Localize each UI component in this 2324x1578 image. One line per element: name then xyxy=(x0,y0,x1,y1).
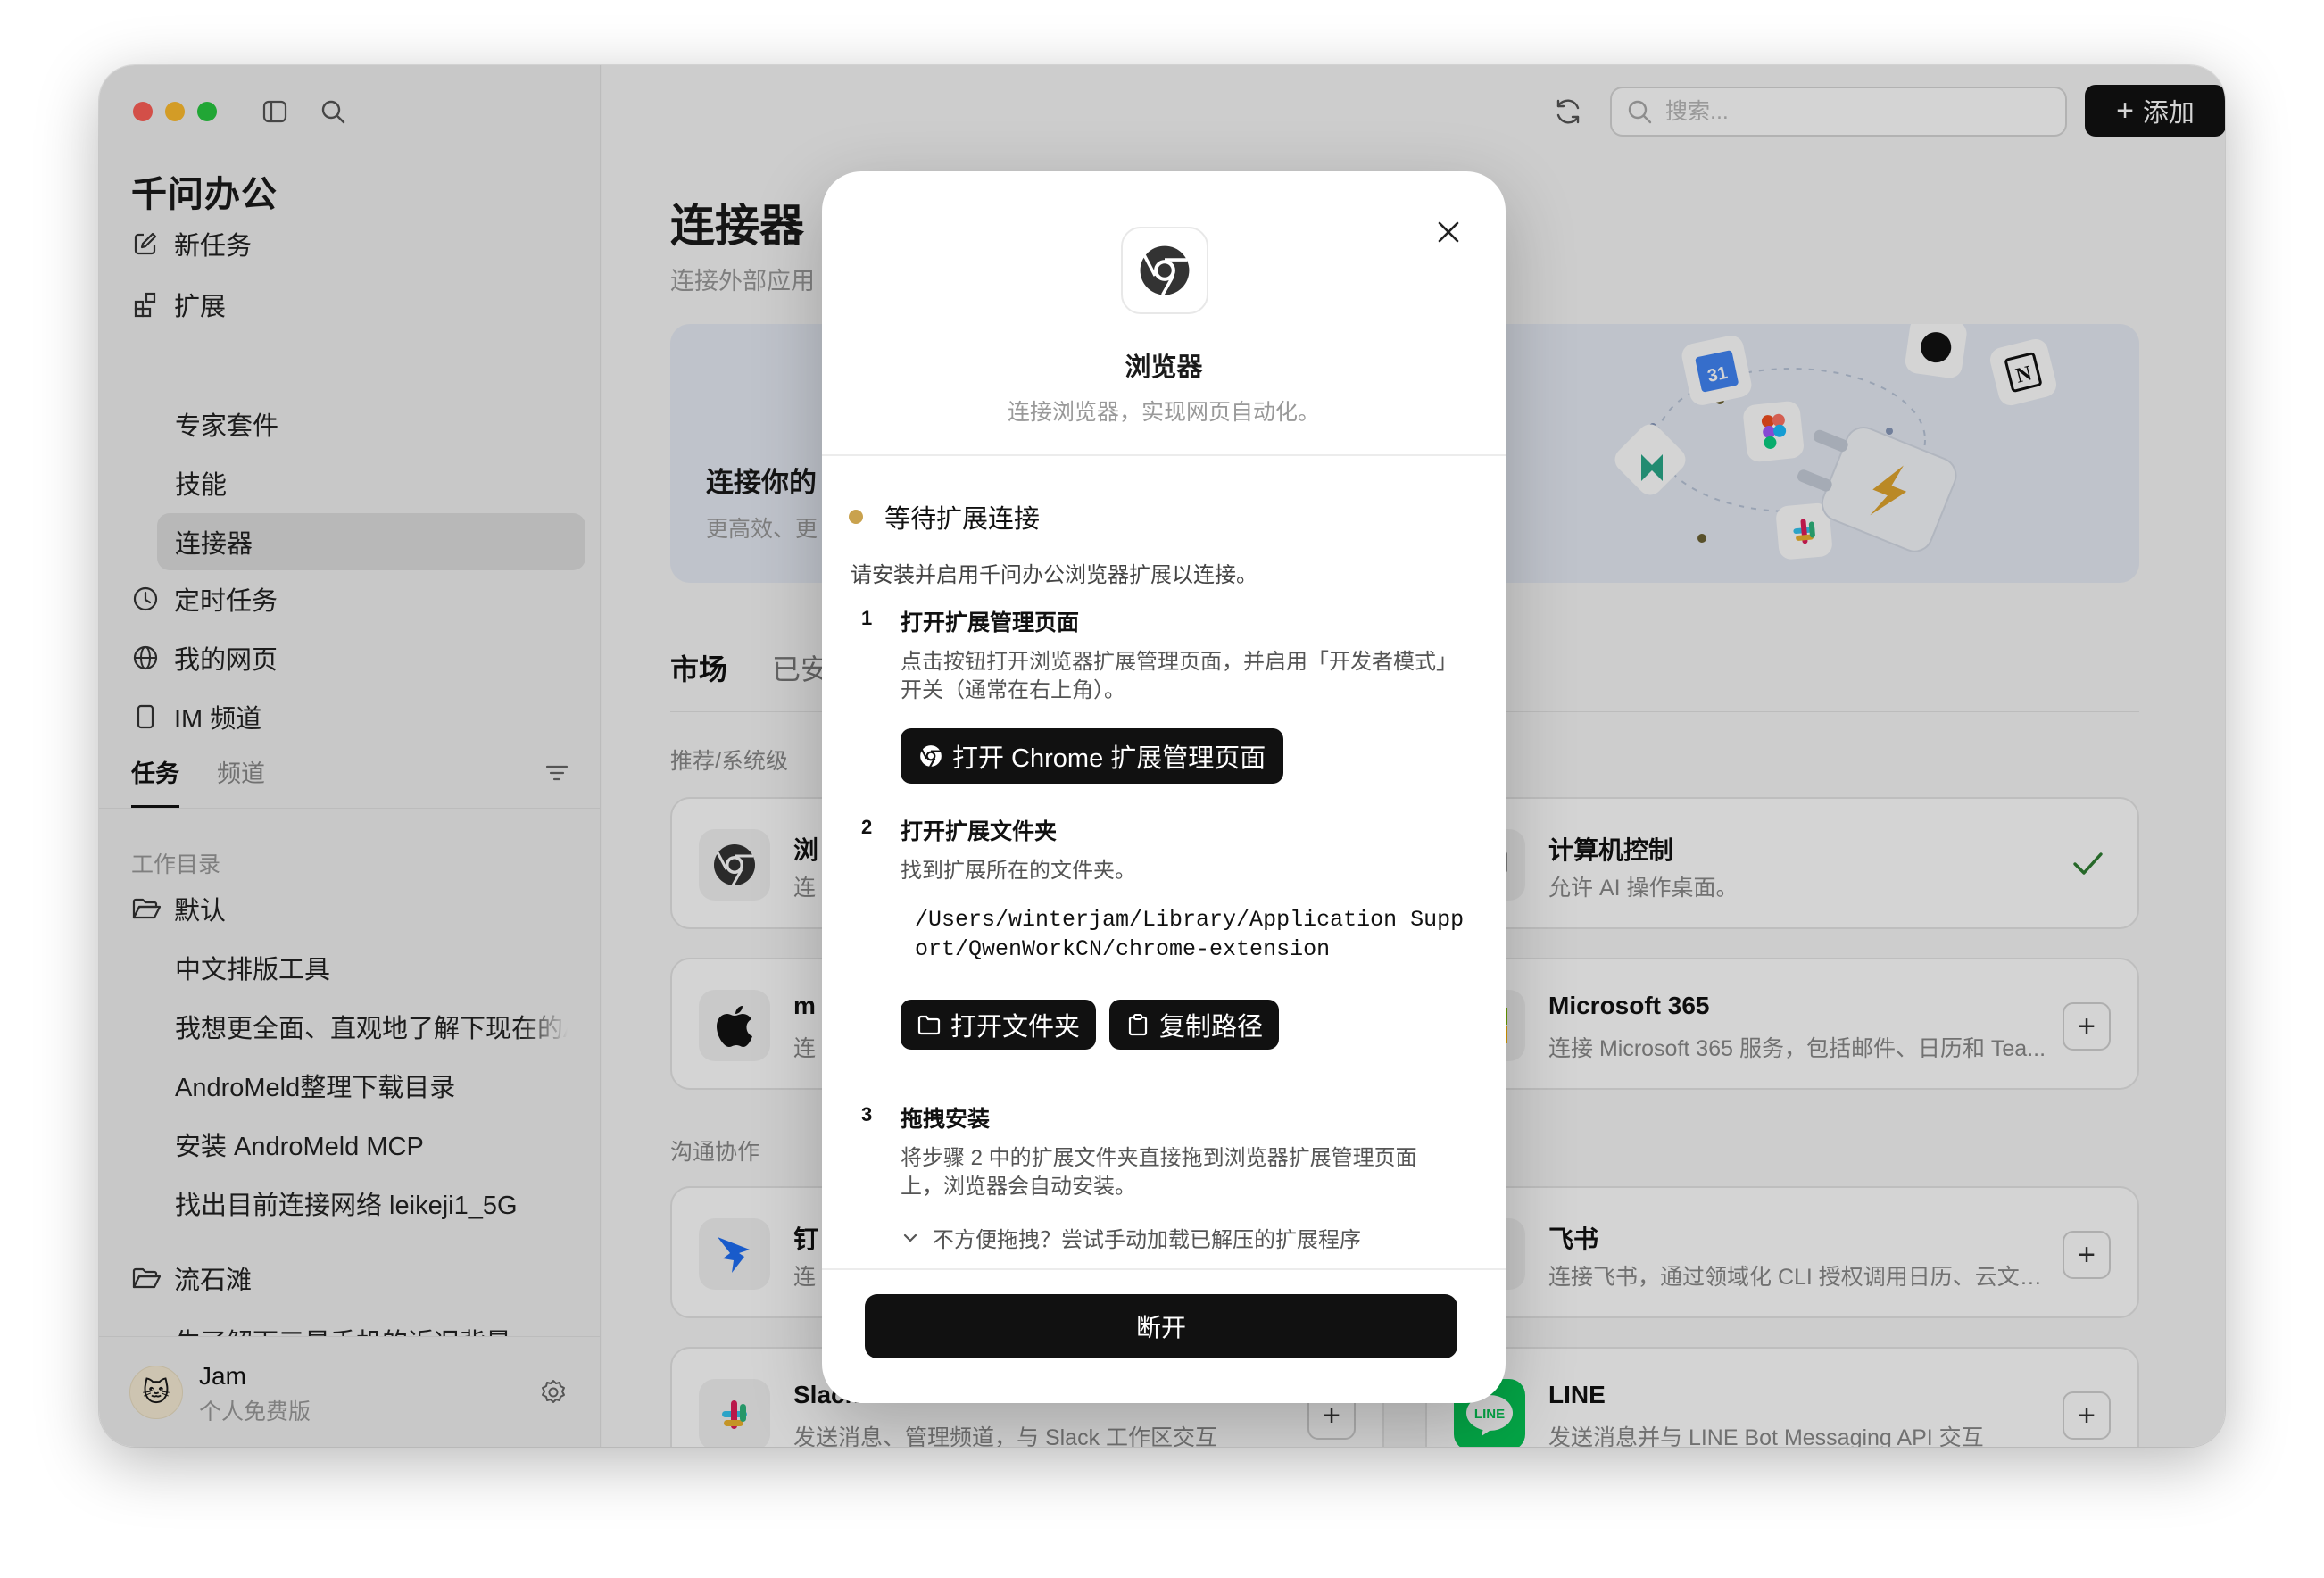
close-icon[interactable] xyxy=(1432,216,1465,248)
step-desc: 将步骤 2 中的扩展文件夹直接拖到浏览器扩展管理页面上，浏览器会自动安装。 xyxy=(901,1146,1417,1199)
open-folder-button[interactable]: 打开文件夹 xyxy=(901,1000,1097,1050)
dialog-divider xyxy=(822,454,1506,456)
step-desc: 找到扩展所在的文件夹。 xyxy=(901,859,1136,883)
dialog-subtitle: 连接浏览器，实现网页自动化。 xyxy=(1007,400,1320,425)
manual-load-toggle[interactable]: 不方便拖拽？尝试手动加载已解压的扩展程序 xyxy=(901,1222,1361,1253)
disconnect-button[interactable]: 断开 xyxy=(865,1294,1457,1358)
step-desc: 点击按钮打开浏览器扩展管理页面，并启用「开发者模式」开关（通常在右上角）。 xyxy=(901,650,1457,702)
step-title: 打开扩展文件夹 xyxy=(901,819,1058,844)
expand-hint: 不方便拖拽？尝试手动加载已解压的扩展程序 xyxy=(933,1228,1361,1252)
chrome-icon xyxy=(920,745,942,768)
dialog-title: 浏览器 xyxy=(1125,353,1203,382)
chrome-icon xyxy=(1121,227,1208,314)
install-instruction: 请安装并启用千问办公浏览器扩展以连接。 xyxy=(851,563,1257,587)
button-label: 复制路径 xyxy=(1159,1013,1264,1042)
folder-icon xyxy=(917,1015,941,1035)
button-label: 打开文件夹 xyxy=(950,1013,1081,1042)
button-label: 打开 Chrome 扩展管理页面 xyxy=(952,744,1266,773)
copy-path-button[interactable]: 复制路径 xyxy=(1109,1000,1280,1050)
dialog-footer-divider xyxy=(822,1268,1506,1270)
open-extensions-page-button[interactable]: 打开 Chrome 扩展管理页面 xyxy=(901,728,1284,784)
step-title: 拖拽安装 xyxy=(901,1107,991,1132)
status-dot-icon xyxy=(849,510,863,524)
extension-folder-path: /Users/winterjam/Library/Application Sup… xyxy=(915,907,1465,962)
step-title: 打开扩展管理页面 xyxy=(901,610,1080,635)
step-number: 2 xyxy=(861,816,873,838)
connection-status: 等待扩展连接 xyxy=(849,498,1040,536)
clipboard-icon xyxy=(1128,1014,1148,1036)
step-number: 1 xyxy=(861,607,873,629)
step-number: 3 xyxy=(861,1103,873,1125)
browser-connector-dialog: 浏览器 连接浏览器，实现网页自动化。 等待扩展连接 请安装并启用千问办公浏览器扩… xyxy=(822,171,1506,1403)
status-text: 等待扩展连接 xyxy=(884,505,1041,534)
chevron-down-icon xyxy=(903,1233,917,1242)
app-window: 千问办公 新任务 扩展 专家套件 技能 连接器 定时任务 我的网页 IM 频道 … xyxy=(99,65,2225,1447)
